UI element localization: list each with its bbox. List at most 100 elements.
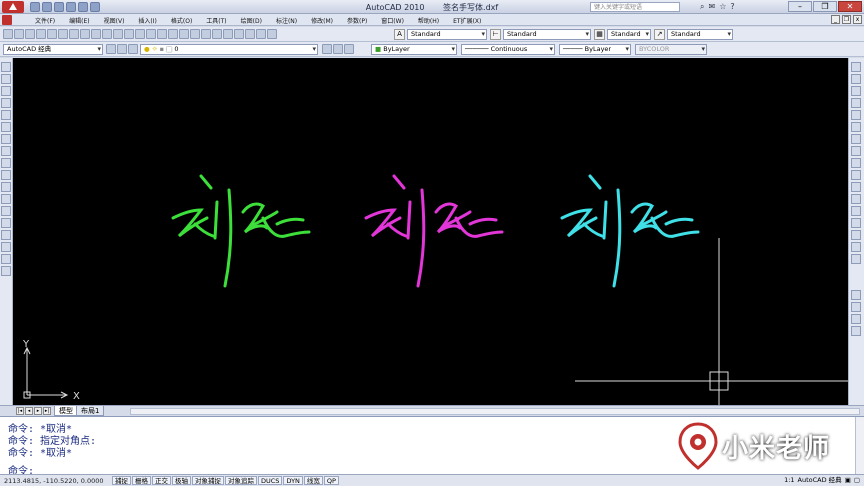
open-icon[interactable] (14, 29, 24, 39)
help-icon[interactable]: ? (730, 2, 734, 12)
workspace-select[interactable]: AutoCAD 经典 (3, 44, 103, 55)
layer-state-icon[interactable] (344, 44, 354, 54)
break-icon[interactable] (851, 206, 861, 216)
polyline-icon[interactable] (1, 86, 11, 96)
design-center-icon[interactable] (212, 29, 222, 39)
spline-icon[interactable] (1, 158, 11, 168)
menu-edit[interactable]: 编辑(E) (62, 16, 96, 25)
undo-tool-icon[interactable] (135, 29, 145, 39)
plot-tool-icon[interactable] (36, 29, 46, 39)
draworder-icon[interactable] (851, 290, 861, 300)
dyn-toggle[interactable]: DYN (283, 476, 303, 485)
chamfer-icon[interactable] (851, 230, 861, 240)
region-icon[interactable] (1, 254, 11, 264)
layer-previous-icon[interactable] (333, 44, 343, 54)
signature-magenta[interactable] (364, 174, 504, 288)
stretch-icon[interactable] (851, 158, 861, 168)
drawing-canvas[interactable]: Y X (13, 58, 848, 405)
menu-tools[interactable]: 工具(T) (199, 16, 233, 25)
grid-toggle[interactable]: 栅格 (132, 476, 151, 485)
annotation-scale-label[interactable]: 1:1 (784, 476, 794, 485)
array-icon[interactable] (851, 110, 861, 120)
workspace-settings-icon[interactable] (106, 44, 116, 54)
coordinate-readout[interactable]: 2113.4815, -110.5220, 0.0000 (4, 477, 104, 485)
signature-cyan[interactable] (560, 174, 700, 288)
text-style-icon[interactable]: A (394, 29, 405, 40)
tab-layout1[interactable]: 布局1 (76, 406, 105, 416)
table-style-icon[interactable]: ▦ (594, 29, 605, 40)
document-icon[interactable] (2, 15, 12, 25)
minimize-icon[interactable]: – (788, 1, 812, 12)
mirror-icon[interactable] (851, 86, 861, 96)
leader-icon[interactable] (851, 326, 861, 336)
table-icon[interactable] (1, 266, 11, 276)
publish-icon[interactable] (58, 29, 68, 39)
snap-toggle[interactable]: 捕捉 (112, 476, 131, 485)
dim-style-icon[interactable]: ⊢ (490, 29, 501, 40)
text-icon[interactable] (851, 302, 861, 312)
zoom-realtime-icon[interactable] (168, 29, 178, 39)
ortho-toggle[interactable]: 正交 (152, 476, 171, 485)
3d-dwf-icon[interactable] (69, 29, 79, 39)
osnap-toggle[interactable]: 对象捕捉 (192, 476, 224, 485)
close-icon[interactable]: ✕ (838, 1, 862, 12)
make-block-icon[interactable] (1, 206, 11, 216)
line-icon[interactable] (1, 62, 11, 72)
command-scrollbar[interactable] (855, 417, 864, 475)
dim-style-select[interactable]: Standard (503, 29, 591, 40)
menu-modify[interactable]: 修改(M) (304, 16, 340, 25)
extend-icon[interactable] (851, 182, 861, 192)
layer-select[interactable]: ● ☼ ▪ ■ 0 (140, 44, 318, 55)
tab-model[interactable]: 模型 (54, 406, 78, 416)
polygon-icon[interactable] (1, 98, 11, 108)
ducs-toggle[interactable]: DUCS (258, 476, 283, 485)
plot-preview-icon[interactable] (47, 29, 57, 39)
table-style-select[interactable]: Standard (607, 29, 651, 40)
explode-icon[interactable] (851, 254, 861, 264)
mleader-style-icon[interactable]: ↗ (654, 29, 665, 40)
horizontal-scrollbar[interactable] (130, 408, 860, 415)
copy-object-icon[interactable] (851, 74, 861, 84)
gradient-icon[interactable] (1, 242, 11, 252)
menu-dimension[interactable]: 标注(N) (269, 16, 304, 25)
sheet-set-icon[interactable] (234, 29, 244, 39)
comm-center-icon[interactable]: ✉ (708, 2, 715, 12)
help-search-input[interactable]: 键入关键字或短语 (590, 2, 680, 12)
insert-block-icon[interactable] (1, 194, 11, 204)
zoom-previous-icon[interactable] (190, 29, 200, 39)
doc-close-icon[interactable]: x (853, 15, 862, 24)
join-icon[interactable] (851, 218, 861, 228)
ellipse-icon[interactable] (1, 170, 11, 180)
color-select[interactable]: ■ ByLayer (371, 44, 457, 55)
quickcalc-icon[interactable] (256, 29, 266, 39)
erase-icon[interactable] (851, 62, 861, 72)
layer-manager-icon[interactable] (128, 44, 138, 54)
menu-help[interactable]: 帮助(H) (411, 16, 446, 25)
signature-green[interactable] (171, 174, 311, 288)
workspace-icon[interactable] (117, 44, 127, 54)
menu-window[interactable]: 窗口(W) (374, 16, 411, 25)
block-editor-icon[interactable] (124, 29, 134, 39)
otrack-toggle[interactable]: 对象追踪 (225, 476, 257, 485)
lock-toolbar-icon[interactable]: ▣ (845, 476, 851, 485)
arc-icon[interactable] (1, 122, 11, 132)
revision-cloud-icon[interactable] (1, 146, 11, 156)
lineweight-toggle[interactable]: 线宽 (303, 476, 323, 485)
trim-icon[interactable] (851, 170, 861, 180)
hatch-icon[interactable] (1, 230, 11, 240)
cut-icon[interactable] (80, 29, 90, 39)
fillet-icon[interactable] (851, 242, 861, 252)
doc-minimize-icon[interactable]: _ (831, 15, 840, 24)
paste-icon[interactable] (102, 29, 112, 39)
tool-palettes-icon[interactable] (223, 29, 233, 39)
markup-icon[interactable] (245, 29, 255, 39)
prev-tab-icon[interactable]: ◂ (25, 407, 33, 415)
ellipse-arc-icon[interactable] (1, 182, 11, 192)
menu-view[interactable]: 视图(V) (97, 16, 132, 25)
next-tab-icon[interactable]: ▸ (34, 407, 42, 415)
menu-parametric[interactable]: 参数(P) (340, 16, 374, 25)
lineweight-select[interactable]: ───── ByLayer (559, 44, 631, 55)
new-icon[interactable] (3, 29, 13, 39)
workspace-status-label[interactable]: AutoCAD 经典 (798, 476, 842, 485)
scale-icon[interactable] (851, 146, 861, 156)
